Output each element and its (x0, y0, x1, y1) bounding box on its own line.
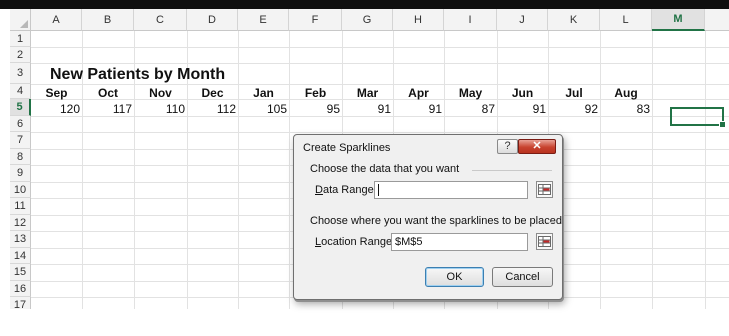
row-header-6[interactable]: 6 (10, 116, 31, 132)
range-select-icon (538, 184, 551, 195)
row-header-14[interactable]: 14 (10, 248, 31, 264)
range-select-icon (538, 236, 551, 247)
value-cell[interactable]: 91 (393, 102, 442, 116)
column-header-e[interactable]: E (238, 9, 289, 31)
column-header-d[interactable]: D (187, 9, 238, 31)
question-mark-icon: ? (504, 140, 511, 152)
row-header-8[interactable]: 8 (10, 149, 31, 165)
month-header: Jan (253, 86, 274, 100)
ok-button[interactable]: OK (425, 267, 484, 287)
row-header-17[interactable]: 17 (10, 297, 31, 309)
data-range-access-key: D (315, 184, 323, 196)
gridline (652, 31, 653, 309)
window-top-border (0, 0, 729, 9)
active-cell-m5[interactable] (670, 107, 726, 128)
column-header-overflow (705, 9, 729, 31)
close-icon: ✕ (532, 140, 542, 152)
month-header: Aug (614, 86, 638, 100)
select-all-corner[interactable] (10, 9, 31, 31)
month-header: Oct (97, 86, 118, 100)
gridline (31, 47, 729, 48)
value-cell[interactable]: 117 (82, 102, 132, 116)
gridline (238, 31, 239, 309)
column-header-m[interactable]: M (652, 9, 705, 31)
value-cell[interactable]: 83 (600, 102, 650, 116)
column-header-j[interactable]: J (497, 9, 548, 31)
window-left-margin (0, 9, 10, 336)
column-header-b[interactable]: B (82, 9, 134, 31)
month-header: May (458, 86, 483, 100)
data-range-label: Data Range: (315, 184, 377, 196)
gridline (31, 63, 729, 64)
create-sparklines-dialog[interactable]: Create Sparklines ? ✕ Choose the data th… (293, 134, 563, 300)
location-group-label: Choose where you want the sparklines to … (310, 215, 562, 227)
location-range-input[interactable]: $M$5 (391, 233, 528, 251)
data-group-label: Choose the data that you want (310, 163, 460, 175)
month-header: Jul (565, 86, 583, 100)
row-header-7[interactable]: 7 (10, 132, 31, 149)
group-separator (472, 170, 552, 171)
data-range-label-text: ata Range: (322, 184, 377, 196)
month-header: Feb (304, 86, 327, 100)
column-header-a[interactable]: A (31, 9, 82, 31)
column-header-g[interactable]: G (342, 9, 393, 31)
cancel-button[interactable]: Cancel (492, 267, 553, 287)
gridline (705, 31, 706, 309)
value-cell[interactable]: 105 (238, 102, 287, 116)
column-header-i[interactable]: I (444, 9, 497, 31)
value-cell[interactable]: 91 (342, 102, 391, 116)
gridline (600, 31, 601, 309)
value-cell[interactable]: 92 (548, 102, 598, 116)
month-header: Nov (149, 86, 172, 100)
dialog-title: Create Sparklines (303, 142, 391, 154)
row-header-9[interactable]: 9 (10, 165, 31, 182)
month-header: Jun (511, 86, 534, 100)
row-header-2[interactable]: 2 (10, 47, 31, 63)
row-header-16[interactable]: 16 (10, 281, 31, 297)
month-header: Dec (201, 86, 224, 100)
value-cell[interactable]: 120 (31, 102, 80, 116)
row-header-1[interactable]: 1 (10, 31, 31, 47)
value-cell[interactable]: 95 (289, 102, 340, 116)
column-header-f[interactable]: F (289, 9, 342, 31)
location-range-collapse-button[interactable] (536, 233, 553, 250)
close-button[interactable]: ✕ (518, 139, 556, 154)
row-header-5[interactable]: 5 (10, 99, 31, 116)
location-range-label-text: ocation Range: (321, 236, 396, 248)
column-header-c[interactable]: C (134, 9, 187, 31)
gridline (31, 116, 729, 117)
gridline (31, 84, 729, 85)
column-header-h[interactable]: H (393, 9, 444, 31)
help-button[interactable]: ? (497, 139, 518, 154)
row-header-12[interactable]: 12 (10, 215, 31, 231)
gridline (289, 31, 290, 309)
month-header: Apr (408, 86, 429, 100)
gridline (31, 132, 729, 133)
month-header: Mar (356, 86, 379, 100)
row-header-4[interactable]: 4 (10, 84, 31, 99)
value-cell[interactable]: 87 (444, 102, 495, 116)
row-header-11[interactable]: 11 (10, 198, 31, 215)
sheet-title: New Patients by Month (50, 66, 226, 83)
row-header-10[interactable]: 10 (10, 182, 31, 198)
group-separator (546, 222, 554, 223)
value-cell[interactable]: 110 (134, 102, 185, 116)
row-header-13[interactable]: 13 (10, 231, 31, 248)
column-header-k[interactable]: K (548, 9, 600, 31)
data-range-collapse-button[interactable] (536, 181, 553, 198)
data-range-input[interactable] (374, 181, 528, 199)
column-header-l[interactable]: L (600, 9, 652, 31)
value-cell[interactable]: 112 (187, 102, 236, 116)
row-header-15[interactable]: 15 (10, 264, 31, 281)
text-caret (378, 184, 379, 197)
location-range-label: Location Range: (315, 236, 395, 248)
row-header-3[interactable]: 3 (10, 63, 31, 84)
value-cell[interactable]: 91 (497, 102, 546, 116)
month-header: Sep (45, 86, 68, 100)
